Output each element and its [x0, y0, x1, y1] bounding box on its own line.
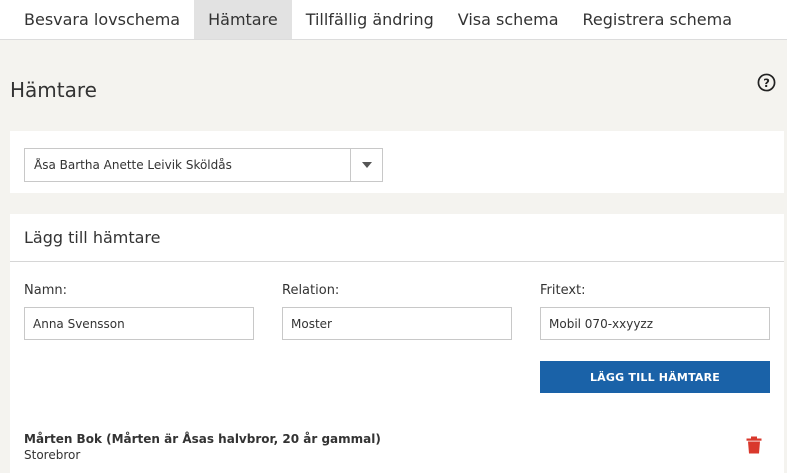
add-pickup-card: Lägg till hämtare Namn: Relation: Fritex…	[10, 214, 784, 473]
pickup-name: Mårten Bok (Mårten är Åsas halvbror, 20 …	[24, 432, 381, 446]
tab-besvara-lovschema[interactable]: Besvara lovschema	[14, 0, 190, 39]
child-select[interactable]: Åsa Bartha Anette Leivik Sköldås	[24, 148, 383, 182]
tab-hamtare[interactable]: Hämtare	[194, 0, 292, 39]
relation-label: Relation:	[282, 283, 340, 298]
page-title: Hämtare	[10, 78, 97, 102]
relation-input[interactable]	[282, 307, 512, 340]
freetext-label: Fritext:	[540, 283, 586, 298]
trash-icon[interactable]	[746, 436, 762, 454]
tab-tillfallig-andring[interactable]: Tillfällig ändring	[296, 0, 444, 39]
chevron-down-icon[interactable]	[350, 149, 382, 181]
child-select-card: Åsa Bartha Anette Leivik Sköldås	[10, 131, 784, 193]
tab-bar: Besvara lovschema Hämtare Tillfällig änd…	[0, 0, 787, 40]
name-label: Namn:	[24, 283, 67, 298]
tab-visa-schema[interactable]: Visa schema	[448, 0, 569, 39]
add-pickup-button[interactable]: LÄGG TILL HÄMTARE	[540, 361, 770, 393]
child-select-value: Åsa Bartha Anette Leivik Sköldås	[34, 158, 232, 172]
help-icon[interactable]: ?	[757, 73, 776, 92]
pickup-relation: Storebror	[24, 448, 81, 462]
tab-registrera-schema[interactable]: Registrera schema	[573, 0, 743, 39]
add-pickup-header: Lägg till hämtare	[10, 214, 784, 262]
name-input[interactable]	[24, 307, 254, 340]
freetext-input[interactable]	[540, 307, 770, 340]
svg-text:?: ?	[763, 76, 770, 90]
pickup-list-item: Mårten Bok (Mårten är Åsas halvbror, 20 …	[24, 432, 770, 462]
